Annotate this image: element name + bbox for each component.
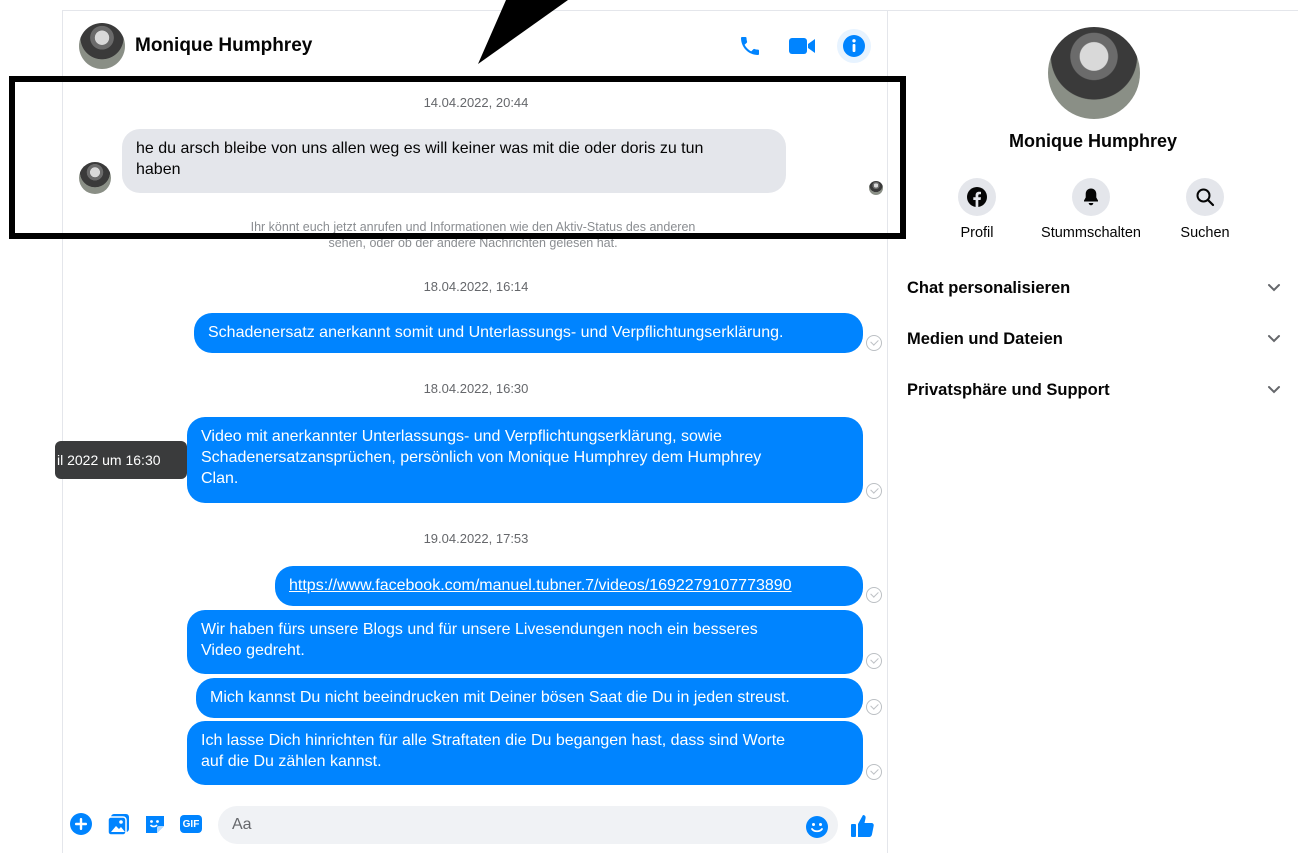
section-customize-chat[interactable]: Chat personalisieren — [907, 268, 1281, 308]
contact-name[interactable]: Monique Humphrey — [135, 35, 312, 57]
outgoing-message[interactable]: Wir haben fürs unsere Blogs und für unse… — [187, 610, 863, 674]
profile-label: Profil — [960, 225, 994, 241]
sent-check-icon — [866, 699, 882, 715]
message-text-line: Ich lasse Dich hinrichten für alle Straf… — [201, 732, 786, 749]
notice-line: Ihr könnt euch jetzt anrufen und Informa… — [250, 220, 696, 234]
info-icon[interactable] — [837, 29, 871, 63]
plus-icon[interactable] — [69, 812, 93, 836]
search-button[interactable]: Suchen — [1150, 178, 1260, 241]
sent-check-icon — [866, 587, 882, 603]
sticker-icon[interactable] — [143, 812, 167, 836]
message-text-line: Clan. — [201, 470, 239, 487]
message-link[interactable]: https://www.facebook.com/manuel.tubner.7… — [289, 577, 792, 594]
message-text-line: auf die Du zählen kannst. — [201, 753, 382, 770]
contact-name: Monique Humphrey — [1008, 131, 1177, 151]
bell-icon — [1072, 178, 1110, 216]
sent-check-icon — [866, 483, 882, 499]
outgoing-message[interactable]: Video mit anerkannter Unterlassungs- und… — [187, 417, 863, 503]
sent-check-icon — [866, 335, 882, 351]
message-timestamp: 14.04.2022, 20:44 — [423, 95, 529, 110]
phone-icon[interactable] — [733, 29, 767, 63]
emoji-icon[interactable] — [805, 815, 829, 839]
mute-label: Stummschalten — [1041, 225, 1141, 241]
outgoing-message[interactable]: Schadenersatz anerkannt somit und Unterl… — [194, 313, 863, 353]
like-icon[interactable] — [849, 812, 877, 840]
mute-button[interactable]: Stummschalten — [1036, 178, 1146, 241]
section-media-files[interactable]: Medien und Dateien — [907, 319, 1281, 359]
outgoing-message[interactable]: Ich lasse Dich hinrichten für alle Straf… — [187, 721, 863, 785]
chat-panel: Monique Humphrey 14.04.2022, 20:44 he du… — [62, 10, 888, 853]
incoming-message[interactable]: he du arsch bleibe von uns allen weg es … — [122, 129, 786, 193]
message-text-line: haben — [136, 161, 181, 178]
message-text-line: Video gedreht. — [201, 642, 305, 659]
search-label: Suchen — [1180, 225, 1230, 241]
message-timestamp: 19.04.2022, 17:53 — [423, 531, 529, 546]
section-label: Medien und Dateien — [907, 329, 1063, 348]
facebook-icon — [958, 178, 996, 216]
sent-check-icon — [866, 653, 882, 669]
header-actions — [733, 29, 871, 63]
image-icon[interactable] — [107, 812, 131, 836]
message-text-line: Schadenersatzansprüchen, persönlich von … — [201, 449, 762, 466]
profile-button[interactable]: Profil — [922, 178, 1032, 241]
contact-avatar[interactable] — [79, 23, 125, 69]
sender-avatar[interactable] — [79, 162, 111, 194]
sent-check-icon — [866, 764, 882, 780]
seen-avatar — [869, 181, 883, 195]
message-text-line: he du arsch bleibe von uns allen weg es … — [136, 140, 704, 157]
gif-icon[interactable]: GIF — [179, 812, 203, 836]
video-camera-icon[interactable] — [785, 29, 819, 63]
contact-avatar-large[interactable] — [1048, 27, 1140, 119]
call-notice: Ihr könnt euch jetzt anrufen und Informa… — [193, 219, 753, 251]
message-timestamp: 18.04.2022, 16:30 — [423, 381, 529, 396]
notice-line: sehen, oder ob der andere Nachrichten ge… — [328, 236, 618, 250]
gif-label: GIF — [182, 818, 200, 830]
message-input[interactable] — [218, 806, 838, 844]
chevron-down-icon — [1267, 381, 1281, 400]
outgoing-message[interactable]: Mich kannst Du nicht beeindrucken mit De… — [196, 678, 863, 718]
search-icon — [1186, 178, 1224, 216]
section-privacy-support[interactable]: Privatsphäre und Support — [907, 370, 1281, 410]
chevron-down-icon — [1267, 279, 1281, 298]
chat-header: Monique Humphrey — [63, 11, 887, 81]
message-timestamp: 18.04.2022, 16:14 — [423, 279, 529, 294]
annotation-arrow-icon — [478, 0, 568, 64]
outgoing-link-message[interactable]: https://www.facebook.com/manuel.tubner.7… — [275, 566, 863, 606]
section-label: Privatsphäre und Support — [907, 380, 1110, 399]
section-label: Chat personalisieren — [907, 278, 1071, 297]
message-text-line: Video mit anerkannter Unterlassungs- und… — [201, 428, 722, 445]
message-text-line: Wir haben fürs unsere Blogs und für unse… — [201, 621, 758, 638]
conversation-info-panel: Monique Humphrey Profil Stummschalten Su… — [888, 10, 1298, 853]
message-composer: GIF — [63, 804, 887, 853]
timestamp-tooltip: il 2022 um 16:30 — [55, 441, 187, 479]
chevron-down-icon — [1267, 330, 1281, 349]
